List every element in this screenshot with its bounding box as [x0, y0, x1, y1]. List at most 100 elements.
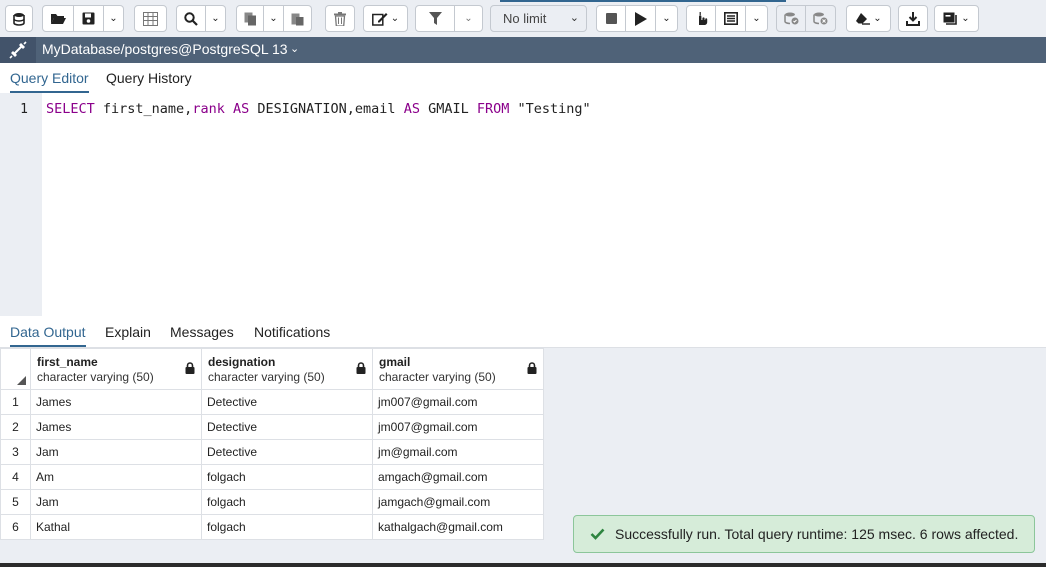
grid-view-icon [143, 11, 158, 26]
copy-icon [244, 12, 256, 25]
table-row[interactable]: 4 Am folgach amgach@gmail.com [0, 464, 544, 490]
table-cell[interactable]: Detective [201, 439, 373, 465]
tab-notifications[interactable]: Notifications [254, 317, 330, 345]
clear-options-button[interactable]: ⌄ [846, 5, 891, 32]
macros-button[interactable]: ⌄ [934, 5, 979, 32]
edit-options-button[interactable]: ⌄ [363, 5, 408, 32]
table-row[interactable]: 2 James Detective jm007@gmail.com [0, 414, 544, 440]
row-number[interactable]: 6 [0, 514, 31, 540]
table-cell[interactable]: Detective [201, 389, 373, 415]
copy-options-dropdown[interactable]: ⌄ [264, 5, 284, 32]
cancel-query-button[interactable] [596, 5, 626, 32]
column-header[interactable]: gmail character varying (50) [372, 348, 544, 390]
line-gutter: 1 [0, 93, 42, 316]
filter-options-dropdown[interactable]: ⌄ [455, 5, 483, 32]
paste-icon [291, 13, 304, 25]
table-cell[interactable]: Am [30, 464, 202, 490]
rollback-button[interactable] [806, 5, 836, 32]
table-cell[interactable]: jamgach@gmail.com [372, 489, 544, 515]
explain-options-dropdown[interactable]: ⌄ [746, 5, 768, 32]
stop-icon [605, 13, 617, 24]
chevron-down-icon: ⌄ [569, 12, 579, 24]
table-row[interactable]: 1 James Detective jm007@gmail.com [0, 389, 544, 415]
open-database-button[interactable] [5, 5, 33, 32]
window-bottom-edge [0, 563, 1046, 567]
row-number[interactable]: 1 [0, 389, 31, 415]
row-number[interactable]: 5 [0, 489, 31, 515]
tab-query-editor[interactable]: Query Editor [10, 63, 89, 93]
chevron-down-icon: ⌄ [662, 13, 671, 24]
edit-data-button[interactable] [134, 5, 167, 32]
row-number[interactable]: 3 [0, 439, 31, 465]
explain-button[interactable] [686, 5, 716, 32]
select-all-corner[interactable] [0, 348, 31, 390]
column-header[interactable]: designation character varying (50) [201, 348, 373, 390]
rollback-icon [813, 12, 828, 25]
execute-button[interactable] [626, 5, 656, 32]
code-line[interactable]: SELECT first_name,rank AS DESIGNATION,em… [46, 101, 591, 117]
chevron-down-icon: ⌄ [390, 13, 400, 24]
explain-icon [698, 12, 707, 25]
save-button[interactable] [74, 5, 104, 32]
success-notification[interactable]: Successfully run. Total query runtime: 1… [573, 515, 1035, 553]
connection-status[interactable] [0, 37, 36, 63]
filter-button[interactable] [415, 5, 455, 32]
table-cell[interactable]: folgach [201, 514, 373, 540]
row-number[interactable]: 2 [0, 414, 31, 440]
macros-icon [943, 12, 958, 25]
table-cell[interactable]: jm007@gmail.com [372, 414, 544, 440]
table-cell[interactable]: amgach@gmail.com [372, 464, 544, 490]
row-limit-select[interactable]: No limit ⌄ [490, 5, 587, 32]
column-name: first_name [37, 355, 98, 369]
paste-button[interactable] [284, 5, 312, 32]
commit-icon [783, 12, 798, 25]
connection-label[interactable]: MyDatabase/postgres@PostgreSQL 13 [42, 41, 288, 57]
column-name: gmail [379, 355, 411, 369]
table-cell[interactable]: jm@gmail.com [372, 439, 544, 465]
column-header[interactable]: first_name character varying (50) [30, 348, 202, 390]
folder-open-icon [51, 14, 66, 24]
sql-editor[interactable]: 1 SELECT first_name,rank AS DESIGNATION,… [0, 93, 1046, 316]
table-cell[interactable]: Jam [30, 489, 202, 515]
execute-icon [634, 11, 647, 26]
open-file-button[interactable] [42, 5, 74, 32]
table-cell[interactable]: James [30, 414, 202, 440]
table-cell[interactable]: Kathal [30, 514, 202, 540]
table-cell[interactable]: Detective [201, 414, 373, 440]
commit-button[interactable] [776, 5, 806, 32]
execute-options-dropdown[interactable]: ⌄ [656, 5, 678, 32]
table-row[interactable]: 3 Jam Detective jm@gmail.com [0, 439, 544, 465]
tab-data-output[interactable]: Data Output [10, 317, 86, 347]
tab-messages[interactable]: Messages [170, 317, 234, 345]
find-options-dropdown[interactable]: ⌄ [206, 5, 226, 32]
tab-query-history[interactable]: Query History [106, 63, 192, 91]
chevron-down-icon: ⌄ [873, 13, 882, 24]
table-cell[interactable]: folgach [201, 464, 373, 490]
sql-keyword: rank [192, 101, 225, 117]
table-cell[interactable]: James [30, 389, 202, 415]
chevron-down-icon: ⌄ [269, 13, 278, 24]
table-cell[interactable]: jm007@gmail.com [372, 389, 544, 415]
chevron-down-icon[interactable]: ⌄ [290, 42, 299, 55]
table-cell[interactable]: Jam [30, 439, 202, 465]
sql-keyword: AS [403, 101, 420, 117]
chevron-down-icon: ⌄ [109, 13, 118, 24]
copy-button[interactable] [236, 5, 264, 32]
table-cell[interactable]: folgach [201, 489, 373, 515]
find-button[interactable] [176, 5, 206, 32]
delete-button[interactable] [325, 5, 355, 32]
search-icon [184, 11, 198, 26]
table-row[interactable]: 6 Kathal folgach kathalgach@gmail.com [0, 514, 544, 540]
save-options-dropdown[interactable]: ⌄ [104, 5, 124, 32]
output-tabs: Data Output Explain Messages Notificatio… [0, 317, 1046, 348]
table-row[interactable]: 5 Jam folgach jamgach@gmail.com [0, 489, 544, 515]
explain-analyze-button[interactable] [716, 5, 746, 32]
table-cell[interactable]: kathalgach@gmail.com [372, 514, 544, 540]
select-all-icon [17, 376, 26, 385]
row-number[interactable]: 4 [0, 464, 31, 490]
tab-explain[interactable]: Explain [105, 317, 151, 345]
download-csv-button[interactable] [898, 5, 928, 32]
delete-icon [334, 11, 346, 26]
save-icon [82, 12, 95, 25]
